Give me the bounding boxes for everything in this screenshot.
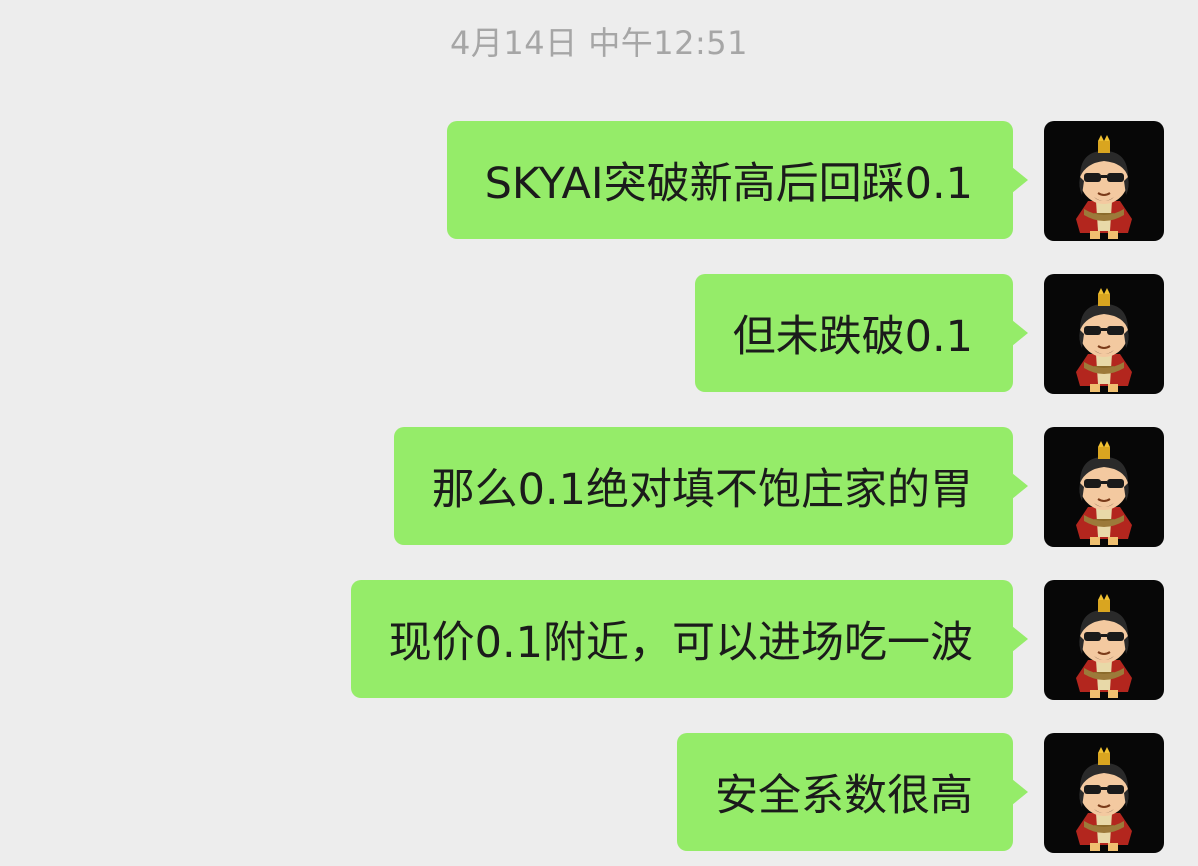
message-timestamp: 4月14日 中午12:51	[450, 24, 748, 62]
sender-avatar[interactable]	[1044, 733, 1164, 853]
chat-window[interactable]: 4月14日 中午12:51 SKYAI突破新高后回踩0.1 但未跌破0.1 那么…	[0, 0, 1198, 866]
message-bubble[interactable]: 安全系数很高	[677, 733, 1028, 851]
cartoon-king-sunglasses-avatar-icon	[1075, 134, 1133, 240]
message-row: SKYAI突破新高后回踩0.1	[446, 121, 1164, 241]
cartoon-king-sunglasses-avatar-icon	[1075, 440, 1133, 546]
cartoon-king-sunglasses-avatar-icon	[1075, 287, 1133, 393]
message-bubble[interactable]: 那么0.1绝对填不饱庄家的胃	[393, 427, 1029, 545]
sender-avatar[interactable]	[1044, 121, 1164, 241]
message-row: 但未跌破0.1	[694, 274, 1164, 394]
message-bubble[interactable]: 但未跌破0.1	[694, 274, 1029, 392]
sender-avatar[interactable]	[1044, 580, 1164, 700]
cartoon-king-sunglasses-avatar-icon	[1075, 746, 1133, 852]
message-row: 现价0.1附近，可以进场吃一波	[350, 580, 1164, 700]
cartoon-king-sunglasses-avatar-icon	[1075, 593, 1133, 699]
sender-avatar[interactable]	[1044, 427, 1164, 547]
message-bubble[interactable]: 现价0.1附近，可以进场吃一波	[350, 580, 1029, 698]
message-row: 那么0.1绝对填不饱庄家的胃	[393, 427, 1164, 547]
sender-avatar[interactable]	[1044, 274, 1164, 394]
message-bubble[interactable]: SKYAI突破新高后回踩0.1	[446, 121, 1029, 239]
message-row: 安全系数很高	[677, 733, 1164, 853]
